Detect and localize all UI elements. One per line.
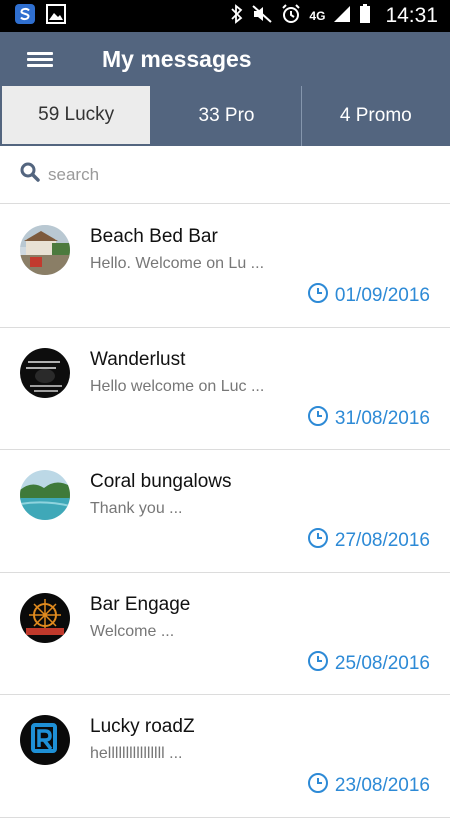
- clock-icon: [307, 527, 329, 555]
- message-list: Beach Bed Bar Hello. Welcome on Lu ... 0…: [0, 205, 450, 818]
- sender-name: Wanderlust: [90, 348, 186, 370]
- avatar: [20, 715, 70, 765]
- list-item[interactable]: Lucky roadZ hellllllllllllllll ... 23/08…: [0, 695, 450, 818]
- tab-pro[interactable]: 33 Pro: [152, 86, 302, 146]
- sync-icon: [14, 3, 36, 30]
- alarm-clock-icon: [281, 3, 301, 29]
- date-text: 23/08/2016: [334, 775, 430, 796]
- battery-icon: [359, 3, 371, 29]
- date-text: 31/08/2016: [334, 407, 430, 429]
- date-text: 27/08/2016: [334, 530, 430, 551]
- avatar: [20, 592, 70, 643]
- tab-bar: 59 Lucky 33 Pro 4 Promo: [0, 86, 450, 146]
- avatar: [20, 347, 70, 398]
- status-bar: 4G 14:31: [0, 0, 450, 32]
- message-date: 23/08/2016: [307, 772, 430, 800]
- list-item[interactable]: Coral bungalows Thank you ... 27/08/2016: [0, 450, 450, 573]
- sender-name: Lucky roadZ: [90, 716, 195, 737]
- network-type: 4G: [309, 9, 326, 23]
- clock-time: 14:31: [385, 4, 438, 27]
- mute-icon: [251, 4, 273, 29]
- list-item[interactable]: Wanderlust Hello welcome on Luc ... 31/0…: [0, 328, 450, 450]
- message-preview: Hello. Welcome on Lu ...: [90, 255, 265, 272]
- clock-icon: [307, 405, 329, 433]
- tab-promo[interactable]: 4 Promo: [302, 86, 450, 146]
- sender-name: Bar Engage: [90, 593, 191, 615]
- message-preview: hellllllllllllllll ...: [90, 745, 183, 762]
- page-title: My messages: [102, 45, 252, 72]
- date-text: 01/09/2016: [334, 285, 430, 306]
- tab-lucky[interactable]: 59 Lucky: [0, 86, 153, 146]
- message-preview: Hello welcome on Luc ...: [90, 377, 265, 395]
- hamburger-menu-icon[interactable]: [0, 32, 80, 86]
- message-date: 27/08/2016: [307, 527, 430, 555]
- bluetooth-icon: [231, 3, 243, 29]
- app-bar: My messages: [0, 32, 450, 86]
- clock-icon: [307, 772, 329, 800]
- message-date: 25/08/2016: [307, 650, 430, 678]
- gallery-icon: [46, 3, 66, 29]
- message-date: 01/09/2016: [307, 282, 430, 310]
- search-icon: [20, 162, 40, 187]
- date-text: 25/08/2016: [334, 652, 430, 674]
- list-item[interactable]: Bar Engage Welcome ... 25/08/2016: [0, 573, 450, 695]
- clock-icon: [307, 282, 329, 310]
- message-preview: Welcome ...: [90, 622, 175, 640]
- list-item[interactable]: Beach Bed Bar Hello. Welcome on Lu ... 0…: [0, 205, 450, 328]
- avatar: [20, 470, 70, 520]
- sender-name: Beach Bed Bar: [90, 226, 218, 247]
- search-input[interactable]: [48, 164, 408, 185]
- message-preview: Thank you ...: [90, 500, 183, 517]
- avatar: [20, 225, 70, 275]
- message-date: 31/08/2016: [307, 405, 430, 433]
- sender-name: Coral bungalows: [90, 471, 232, 492]
- clock-icon: [307, 650, 329, 678]
- signal-icon: [333, 5, 351, 28]
- search-bar: [0, 146, 450, 204]
